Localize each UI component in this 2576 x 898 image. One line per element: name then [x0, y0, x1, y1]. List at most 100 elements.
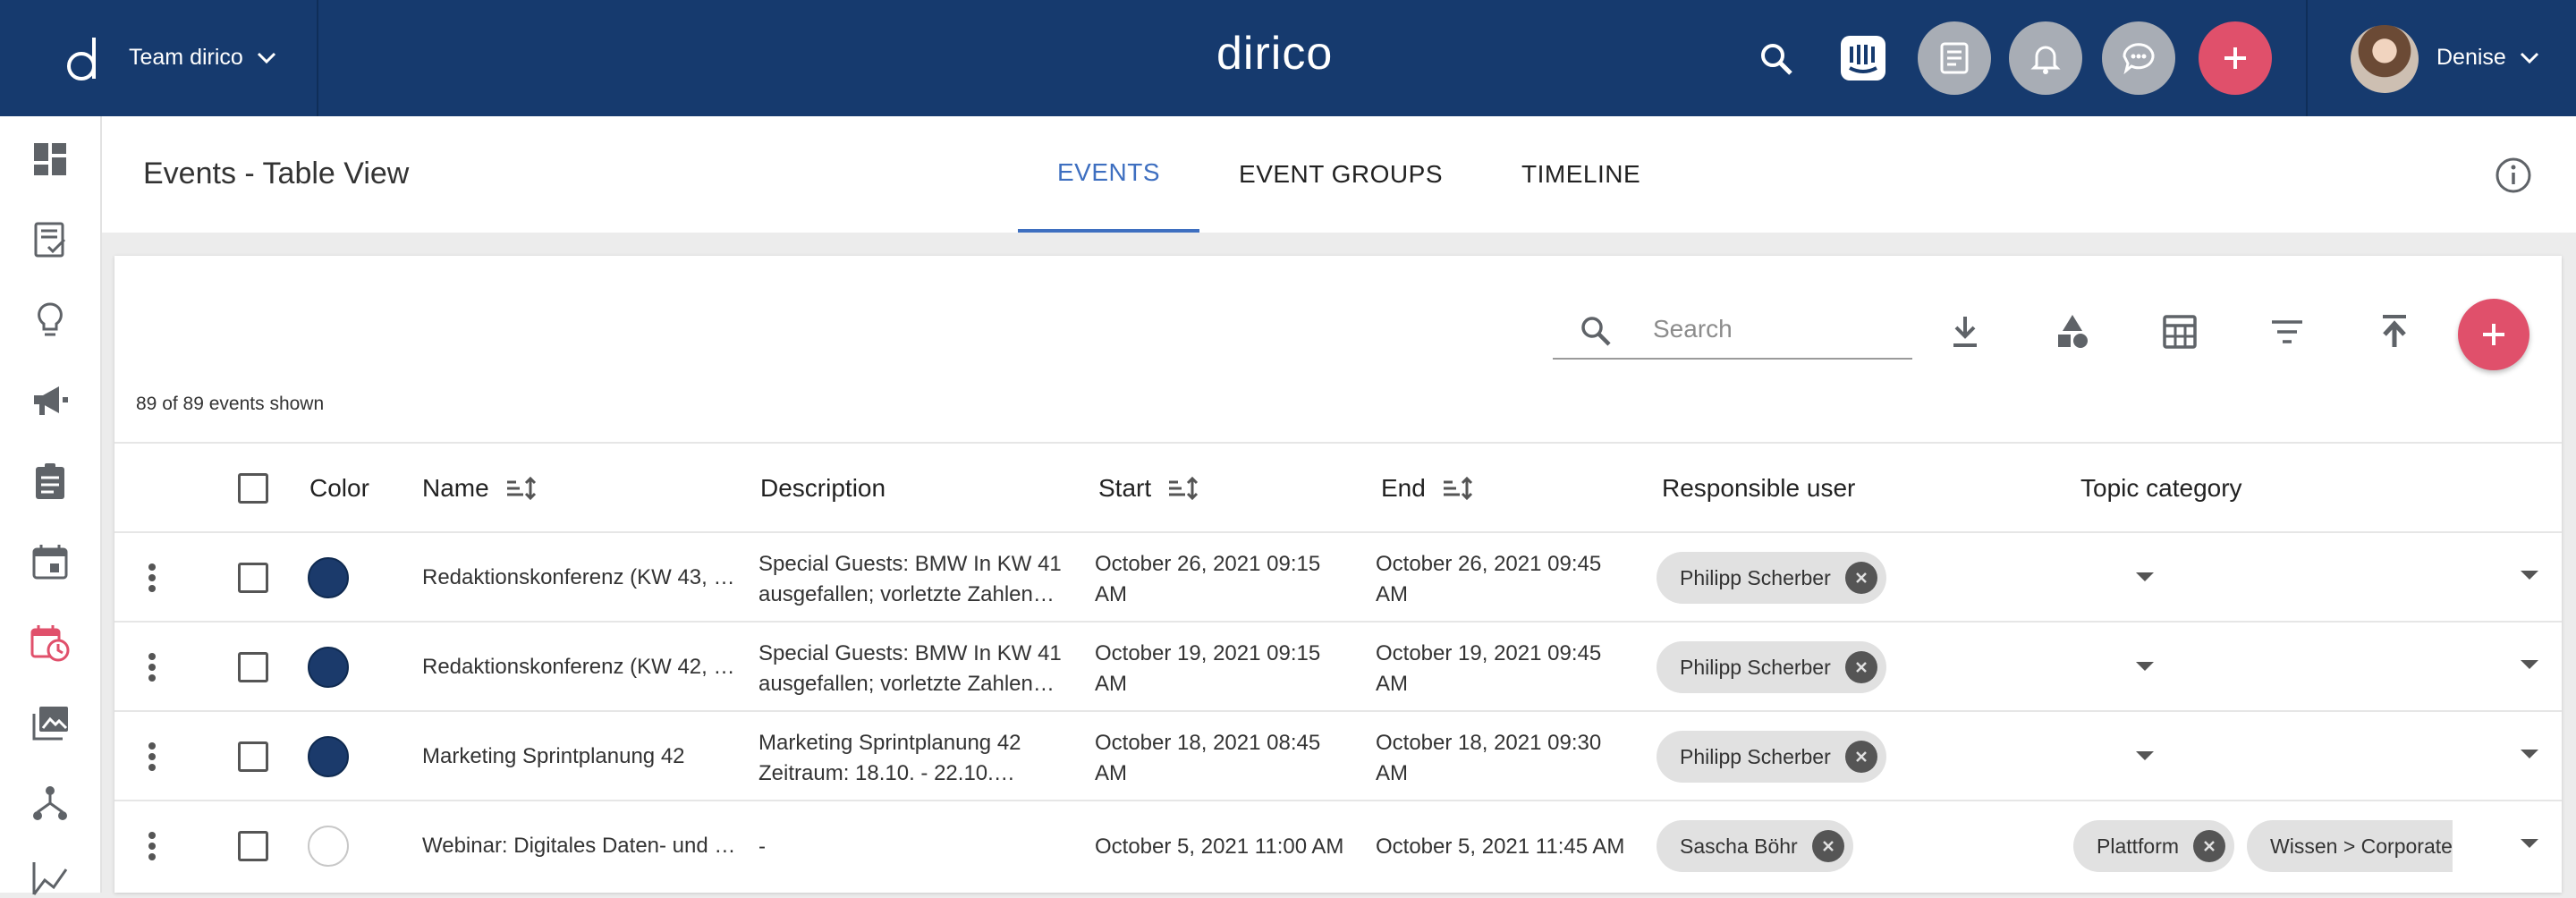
filter-icon[interactable] [2265, 309, 2309, 354]
chat-icon [2123, 43, 2155, 75]
topic-dropdown-icon[interactable] [2521, 839, 2538, 848]
event-end-line: AM [1376, 671, 1408, 696]
sidebar [0, 116, 102, 895]
search-input[interactable] [1653, 311, 1894, 347]
sort-icon[interactable] [1167, 475, 1199, 502]
column-header-description: Description [760, 474, 886, 503]
team-label: Team dirico [129, 45, 243, 70]
event-name[interactable]: Redaktionskonferenz (KW 43, … [422, 563, 735, 593]
avatar[interactable] [2351, 25, 2419, 93]
row-checkbox[interactable] [238, 563, 268, 593]
table-columns-icon[interactable] [2157, 309, 2202, 354]
event-description-line: Marketing Sprintplanung 42 [758, 731, 1021, 755]
event-calendar-icon[interactable] [30, 623, 70, 662]
sort-icon[interactable] [1442, 475, 1474, 502]
user-menu[interactable]: Denise [2436, 45, 2540, 71]
row-menu-icon[interactable] [147, 801, 157, 891]
search-icon [1581, 317, 1611, 346]
table-header: Color Name Description Start End Respons… [114, 442, 2562, 531]
event-end-line: October 5, 2021 11:45 AM [1376, 834, 1625, 859]
color-swatch[interactable] [308, 647, 349, 688]
page-header: Events - Table View EVENTS EVENT GROUPS … [102, 116, 2576, 233]
intercom-icon[interactable] [1841, 36, 1885, 80]
team-switcher[interactable]: Team dirico [129, 45, 277, 71]
topic-chip-label: Wissen > Corporate [2270, 834, 2453, 858]
create-button[interactable] [2199, 21, 2272, 95]
notifications-button[interactable] [2009, 21, 2082, 95]
remove-chip-icon[interactable] [1811, 830, 1844, 862]
user-chip[interactable]: Philipp Scherber [1657, 731, 1886, 783]
remove-chip-icon[interactable] [1844, 651, 1877, 683]
event-end-line: AM [1376, 760, 1408, 785]
column-header-name-label: Name [422, 474, 489, 503]
topic-chip[interactable]: Wissen > Corporate [2247, 820, 2453, 872]
event-start-line: October 19, 2021 09:15 [1095, 641, 1321, 665]
select-all-checkbox[interactable] [238, 473, 268, 504]
topic-dropdown-icon[interactable] [2521, 750, 2538, 758]
event-start-line: October 5, 2021 11:00 AM [1095, 834, 1344, 859]
topic-chip[interactable]: Plattform [2073, 820, 2235, 872]
event-description-line: Special Guests: BMW In KW 41 [758, 552, 1062, 576]
tabs: EVENTS EVENT GROUPS TIMELINE [1018, 116, 1680, 233]
clipboard-icon[interactable] [30, 462, 70, 501]
tab-event-groups[interactable]: EVENT GROUPS [1199, 116, 1482, 233]
remove-chip-icon[interactable] [1844, 562, 1877, 594]
topic-dropdown-icon[interactable] [2521, 571, 2538, 580]
add-event-button[interactable] [2458, 299, 2529, 370]
tab-events[interactable]: EVENTS [1018, 116, 1200, 233]
color-swatch[interactable] [308, 557, 349, 598]
event-description-line: ausgefallen; vorletzte Zahlen… [758, 581, 1055, 606]
user-chip[interactable]: Sascha Böhr [1657, 820, 1853, 872]
sort-icon[interactable] [505, 475, 538, 502]
page-title: Events - Table View [143, 157, 410, 191]
row-checkbox[interactable] [238, 741, 268, 772]
megaphone-icon[interactable] [30, 381, 70, 420]
row-menu-icon[interactable] [147, 712, 157, 801]
event-name[interactable]: Marketing Sprintplanung 42 [422, 741, 685, 772]
column-header-end[interactable]: End [1381, 444, 1474, 533]
lightbulb-icon[interactable] [30, 301, 70, 340]
event-description-line: Special Guests: BMW In KW 41 [758, 641, 1062, 665]
images-icon[interactable] [30, 703, 70, 742]
download-icon[interactable] [1943, 309, 1987, 354]
column-header-start[interactable]: Start [1098, 444, 1199, 533]
event-name[interactable]: Webinar: Digitales Daten- und … [422, 831, 735, 861]
event-end-line: October 26, 2021 09:45 [1376, 552, 1602, 576]
chart-icon[interactable] [30, 859, 70, 898]
search-field[interactable] [1553, 302, 1912, 360]
row-checkbox[interactable] [238, 831, 268, 861]
calendar-icon[interactable] [30, 542, 70, 581]
chat-button[interactable] [2102, 21, 2175, 95]
table-row[interactable]: Webinar: Digitales Daten- und … - Octobe… [114, 800, 2562, 889]
row-checkbox[interactable] [238, 652, 268, 682]
tab-timeline[interactable]: TIMELINE [1482, 116, 1680, 233]
search-icon[interactable] [1757, 39, 1796, 79]
remove-chip-icon[interactable] [1844, 741, 1877, 773]
events-count: 89 of 89 events shown [136, 394, 325, 414]
color-swatch[interactable] [308, 736, 349, 777]
user-chip-label: Philipp Scherber [1680, 565, 1831, 589]
user-chip[interactable]: Philipp Scherber [1657, 641, 1886, 693]
shapes-icon[interactable] [2050, 309, 2095, 354]
color-swatch[interactable] [308, 826, 349, 867]
table-row[interactable]: Redaktionskonferenz (KW 43, … Special Gu… [114, 531, 2562, 621]
row-menu-icon[interactable] [147, 623, 157, 712]
hierarchy-icon[interactable] [30, 784, 70, 823]
logo-icon[interactable] [55, 32, 107, 84]
upload-icon[interactable] [2372, 309, 2417, 354]
user-chip[interactable]: Philipp Scherber [1657, 552, 1886, 604]
tasks-button[interactable] [1918, 21, 1991, 95]
row-menu-icon[interactable] [147, 533, 157, 623]
top-divider [2306, 0, 2308, 116]
tasks-icon[interactable] [30, 220, 70, 259]
info-icon[interactable] [2494, 156, 2533, 195]
column-header-name[interactable]: Name [422, 444, 538, 533]
table-body: Redaktionskonferenz (KW 43, … Special Gu… [114, 531, 2562, 889]
event-name[interactable]: Redaktionskonferenz (KW 42, … [422, 652, 735, 682]
table-row[interactable]: Marketing Sprintplanung 42 Marketing Spr… [114, 710, 2562, 800]
top-bar: Team dirico dirico Denise [0, 0, 2576, 116]
dashboard-icon[interactable] [30, 140, 70, 179]
table-row[interactable]: Redaktionskonferenz (KW 42, … Special Gu… [114, 621, 2562, 710]
remove-chip-icon[interactable] [2193, 830, 2226, 862]
topic-dropdown-icon[interactable] [2521, 660, 2538, 669]
